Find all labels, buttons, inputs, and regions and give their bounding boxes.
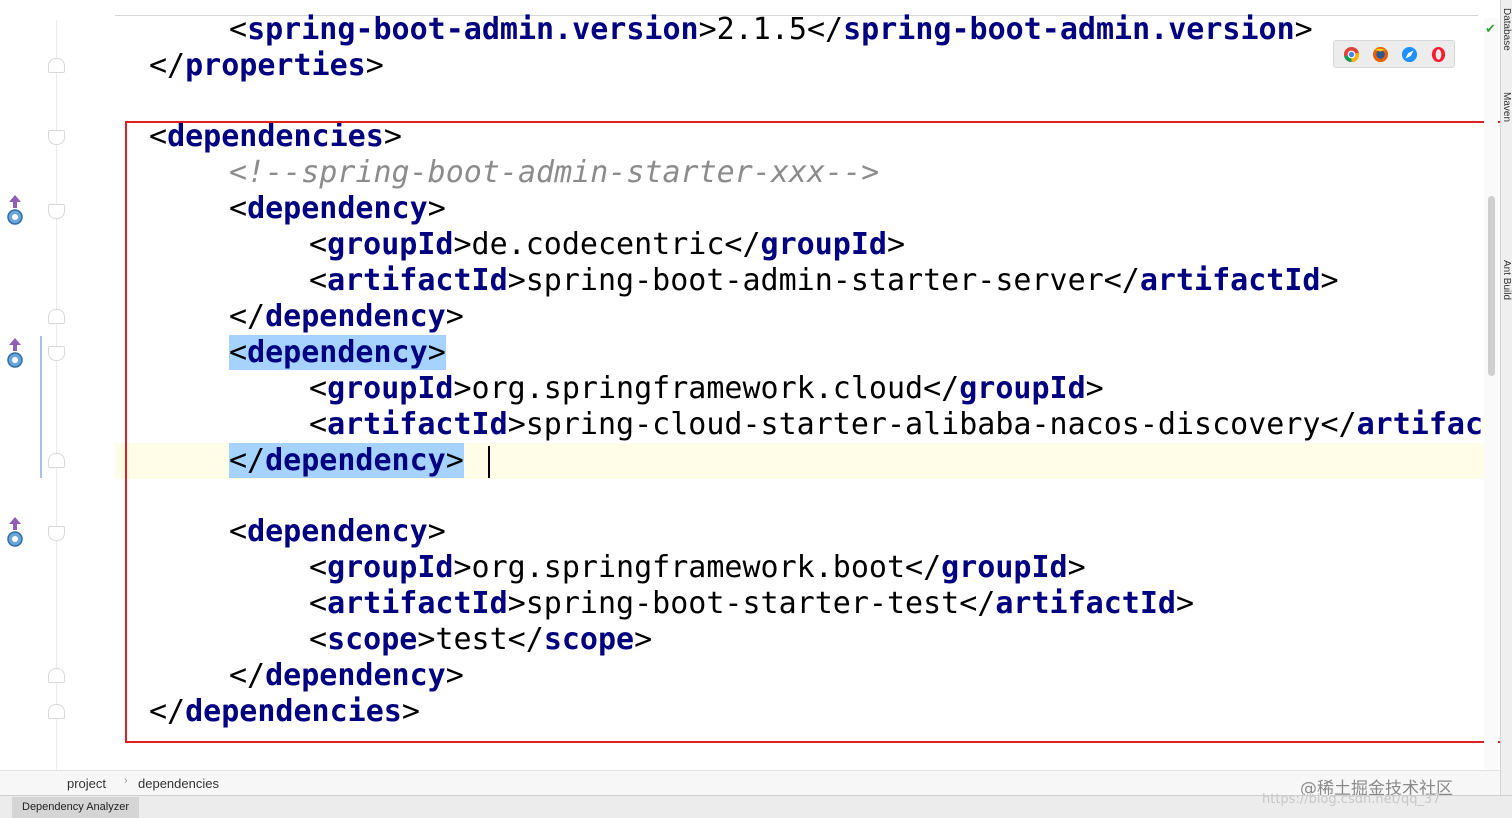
code-line: <dependency>	[229, 191, 446, 226]
code-line: <dependency>	[229, 514, 446, 549]
scrollbar-thumb[interactable]	[1488, 196, 1495, 376]
breadcrumb-item-dependencies[interactable]: dependencies	[138, 776, 219, 791]
code-line: <artifactId>spring-cloud-starter-alibaba…	[309, 407, 1490, 442]
code-line: <groupId>org.springframework.cloud</grou…	[309, 371, 1104, 406]
opera-icon[interactable]	[1430, 46, 1447, 63]
dependency-analyzer-tab[interactable]: Dependency Analyzer	[12, 797, 140, 818]
code-line: <dependencies>	[149, 119, 402, 154]
code-line: </dependencies>	[149, 694, 420, 729]
text-caret	[488, 446, 490, 478]
chevron-right-icon: ›	[124, 775, 128, 787]
inspection-ok-icon[interactable]: ✔	[1485, 22, 1496, 37]
code-line: <groupId>de.codecentric</groupId>	[309, 227, 906, 262]
code-line-matched-tag: </dependency>	[229, 443, 464, 478]
code-comment: <!--spring-boot-admin-starter-xxx-->	[229, 155, 880, 190]
code-line: <scope>test</scope>	[309, 622, 653, 657]
vertical-scrollbar[interactable]	[1484, 18, 1498, 770]
ant-build-panel-tab[interactable]: Ant Build	[1501, 260, 1512, 300]
maven-panel-tab[interactable]: Maven	[1501, 92, 1512, 122]
right-tool-strip: Database Maven Ant Build	[1500, 0, 1512, 795]
code-editor[interactable]: <spring-boot-admin.version>2.1.5</spring…	[0, 0, 1490, 770]
code-line: <artifactId>spring-boot-starter-test</ar…	[309, 586, 1195, 621]
code-line: </properties>	[149, 48, 384, 83]
chrome-icon[interactable]	[1343, 46, 1360, 63]
watermark-url: https://blog.csdn.net/qq_37	[1262, 792, 1441, 807]
code-line-matched-tag: <dependency>	[229, 335, 446, 370]
code-line: <groupId>org.springframework.boot</group…	[309, 550, 1086, 585]
code-line: </dependency>	[229, 658, 464, 693]
code-line: <artifactId>spring-boot-admin-starter-se…	[309, 263, 1339, 298]
database-panel-tab[interactable]: Database	[1501, 8, 1512, 51]
browser-preview-bar	[1333, 40, 1455, 68]
firefox-icon[interactable]	[1372, 46, 1389, 63]
safari-icon[interactable]	[1401, 46, 1418, 63]
code-line: </dependency>	[229, 299, 464, 334]
code-line: <spring-boot-admin.version>2.1.5</spring…	[229, 12, 1313, 47]
breadcrumb-item-project[interactable]: project	[67, 776, 106, 791]
